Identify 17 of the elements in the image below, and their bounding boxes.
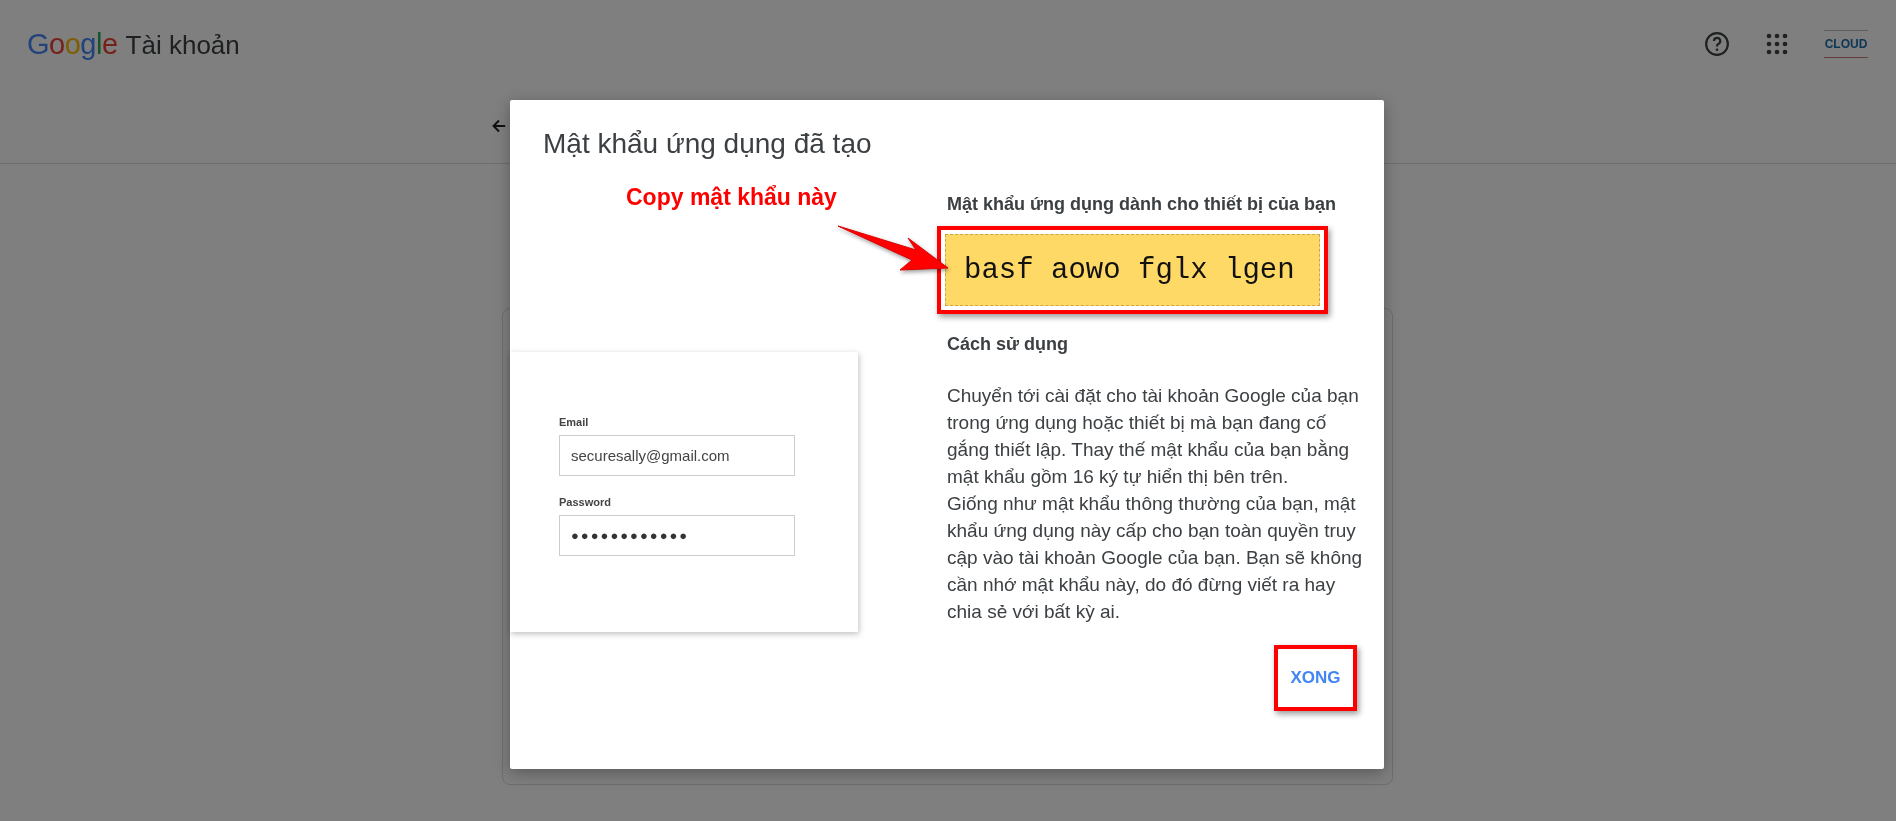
instruction-paragraph: Giống như mật khẩu thông thường của bạn, mật khẩu ứng dụng này cấp cho bạn toàn quyền truy cập vào tài khoản Google của bạn. Bạn sẽ không cần nhớ mật khẩu này, do đó đừng viết ra hay chia sẻ với bất kỳ ai. bbox=[947, 492, 1364, 624]
section-heading: Cách sử dụng bbox=[947, 333, 1070, 356]
annotation-label: Copy mật khẩu này bbox=[626, 184, 837, 211]
google-logo[interactable]: Google bbox=[27, 27, 118, 61]
back-arrow-icon[interactable] bbox=[492, 118, 506, 133]
section-heading: Mật khẩu ứng dụng dành cho thiết bị của bạn bbox=[947, 193, 1338, 216]
dialog-title: Mật khẩu ứng dụng đã tạo bbox=[542, 127, 873, 160]
app-password[interactable]: basf aowo fglx lgen bbox=[945, 234, 1320, 306]
field-label: Password bbox=[559, 496, 612, 508]
product-name: Tài khoản bbox=[125, 29, 240, 61]
password-field: ●●●●●●●●●●●● bbox=[559, 515, 795, 556]
email-field: securesally@gmail.com bbox=[559, 435, 795, 476]
instruction-paragraph: Chuyển tới cài đặt cho tài khoản Google của bạn trong ứng dụng hoặc thiết bị mà bạn đang cố gắng thiết lập. Thay thế mật khẩu của bạn bằng mật khẩu gồm 16 ký tự hiển thị bên trên. bbox=[947, 384, 1360, 489]
apps-grid-icon[interactable] bbox=[1766, 33, 1788, 55]
field-label: Email bbox=[559, 416, 590, 428]
help-icon[interactable] bbox=[1704, 31, 1730, 57]
done-button[interactable]: XONG bbox=[1284, 660, 1347, 696]
